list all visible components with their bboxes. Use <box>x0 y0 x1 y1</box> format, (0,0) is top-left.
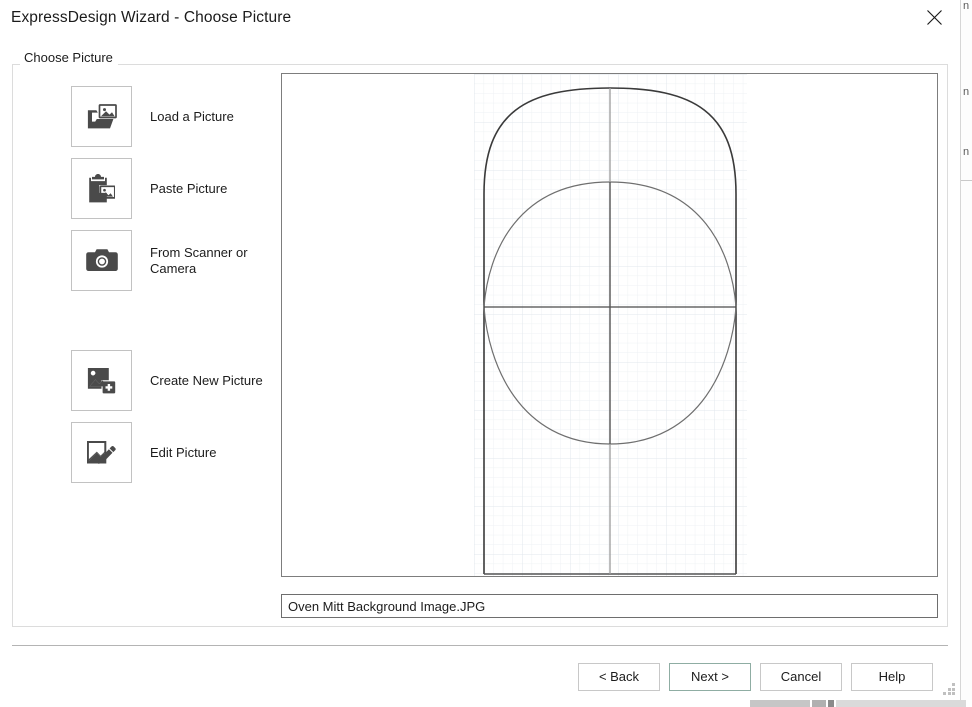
action-label: Load a Picture <box>150 108 234 124</box>
camera-icon[interactable] <box>71 230 132 291</box>
background-window-sliver: n n n <box>960 0 972 707</box>
express-design-wizard-dialog: ExpressDesign Wizard - Choose Picture Ch… <box>0 0 960 700</box>
image-plus-icon[interactable] <box>71 350 132 411</box>
title-bar: ExpressDesign Wizard - Choose Picture <box>0 0 960 38</box>
action-create-new-picture[interactable]: Create New Picture <box>71 350 270 411</box>
clipboard-image-icon[interactable] <box>71 158 132 219</box>
back-button[interactable]: < Back <box>578 663 660 691</box>
action-edit-picture[interactable]: Edit Picture <box>71 422 270 483</box>
window-title: ExpressDesign Wizard - Choose Picture <box>11 9 292 26</box>
picture-preview-frame[interactable] <box>281 73 938 577</box>
action-from-scanner-or-camera[interactable]: From Scanner or Camera <box>71 230 270 291</box>
image-pencil-icon[interactable] <box>71 422 132 483</box>
close-icon[interactable] <box>912 0 956 34</box>
background-text-fragment: n <box>963 86 970 98</box>
groupbox-legend: Choose Picture <box>20 50 118 65</box>
footer-button-bar: < Back Next > Cancel Help <box>578 663 933 691</box>
background-text-fragment: n <box>963 0 970 12</box>
picture-filename-input[interactable] <box>281 594 938 618</box>
resize-grip[interactable] <box>943 683 956 696</box>
action-label: Paste Picture <box>150 180 228 196</box>
bottom-screen-strip <box>0 700 972 707</box>
cancel-button[interactable]: Cancel <box>760 663 842 691</box>
action-load-a-picture[interactable]: Load a Picture <box>71 86 270 147</box>
oven-mitt-preview-drawing <box>474 74 747 576</box>
footer-divider <box>12 645 948 646</box>
folder-image-icon[interactable] <box>71 86 132 147</box>
background-divider <box>961 180 972 181</box>
background-text-fragment: n <box>963 146 970 158</box>
action-label: Edit Picture <box>150 444 217 460</box>
action-label: Create New Picture <box>150 372 263 388</box>
action-label: From Scanner or Camera <box>150 244 248 276</box>
next-button[interactable]: Next > <box>669 663 751 691</box>
help-button[interactable]: Help <box>851 663 933 691</box>
action-paste-picture[interactable]: Paste Picture <box>71 158 270 219</box>
